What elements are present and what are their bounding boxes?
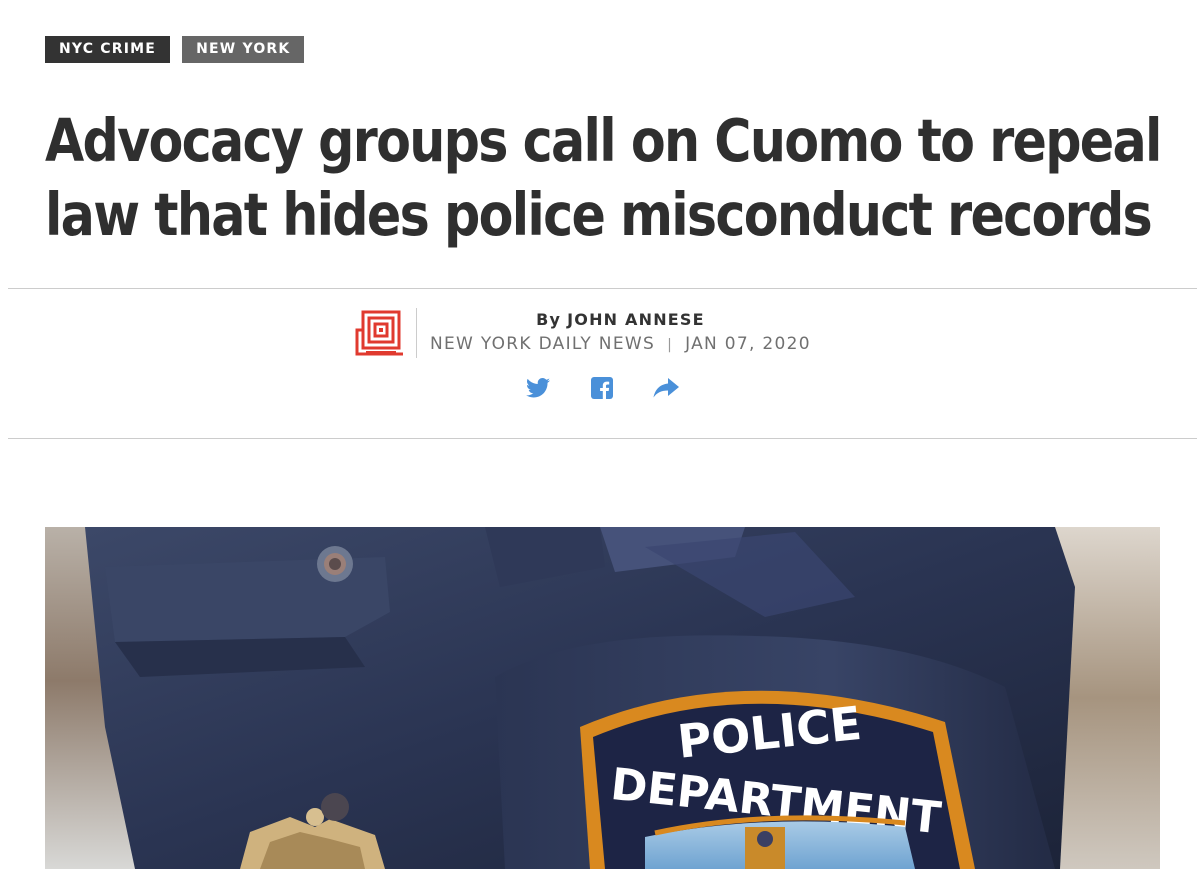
- article-headline: Advocacy groups call on Cuomo to repeal …: [45, 104, 1162, 252]
- byline: By JOHN ANNESE NEW YORK DAILY NEWS | JAN 07…: [354, 305, 811, 361]
- publication-name: NEW YORK DAILY NEWS: [430, 333, 656, 354]
- author-name[interactable]: JOHN ANNESE: [567, 310, 705, 329]
- author-prefix: By: [536, 309, 562, 329]
- tag-new-york[interactable]: NEW YORK: [182, 36, 305, 63]
- facebook-icon: [591, 377, 613, 399]
- tag-nyc-crime[interactable]: NYC CRIME: [45, 36, 171, 63]
- share-bar: [525, 373, 679, 403]
- meta-separator: |: [667, 336, 674, 353]
- publish-date: JAN 07, 2020: [685, 333, 811, 354]
- twitter-share-button[interactable]: [525, 373, 551, 403]
- facebook-share-button[interactable]: [589, 373, 615, 403]
- author-line: By JOHN ANNESE: [536, 309, 705, 331]
- hero-image: POLICE DEPARTMENT: [45, 527, 1160, 869]
- twitter-icon: [526, 378, 550, 398]
- headline-line-2: law that hides police misconduct records: [45, 180, 1153, 249]
- byline-text: By JOHN ANNESE NEW YORK DAILY NEWS | JAN 07…: [430, 309, 811, 358]
- section-tags: NYC CRIME NEW YORK: [45, 36, 305, 63]
- share-arrow-icon: [653, 378, 679, 398]
- share-button[interactable]: [653, 373, 679, 403]
- headline-line-1: Advocacy groups call on Cuomo to repeal: [45, 106, 1162, 175]
- publication-logo-icon: [354, 307, 406, 359]
- divider-bottom: [8, 438, 1197, 439]
- byline-meta: NEW YORK DAILY NEWS | JAN 07, 2020: [430, 331, 811, 358]
- byline-divider: [416, 308, 417, 358]
- divider-top: [8, 288, 1197, 289]
- article-page: NYC CRIME NEW YORK Advocacy groups call …: [0, 0, 1200, 869]
